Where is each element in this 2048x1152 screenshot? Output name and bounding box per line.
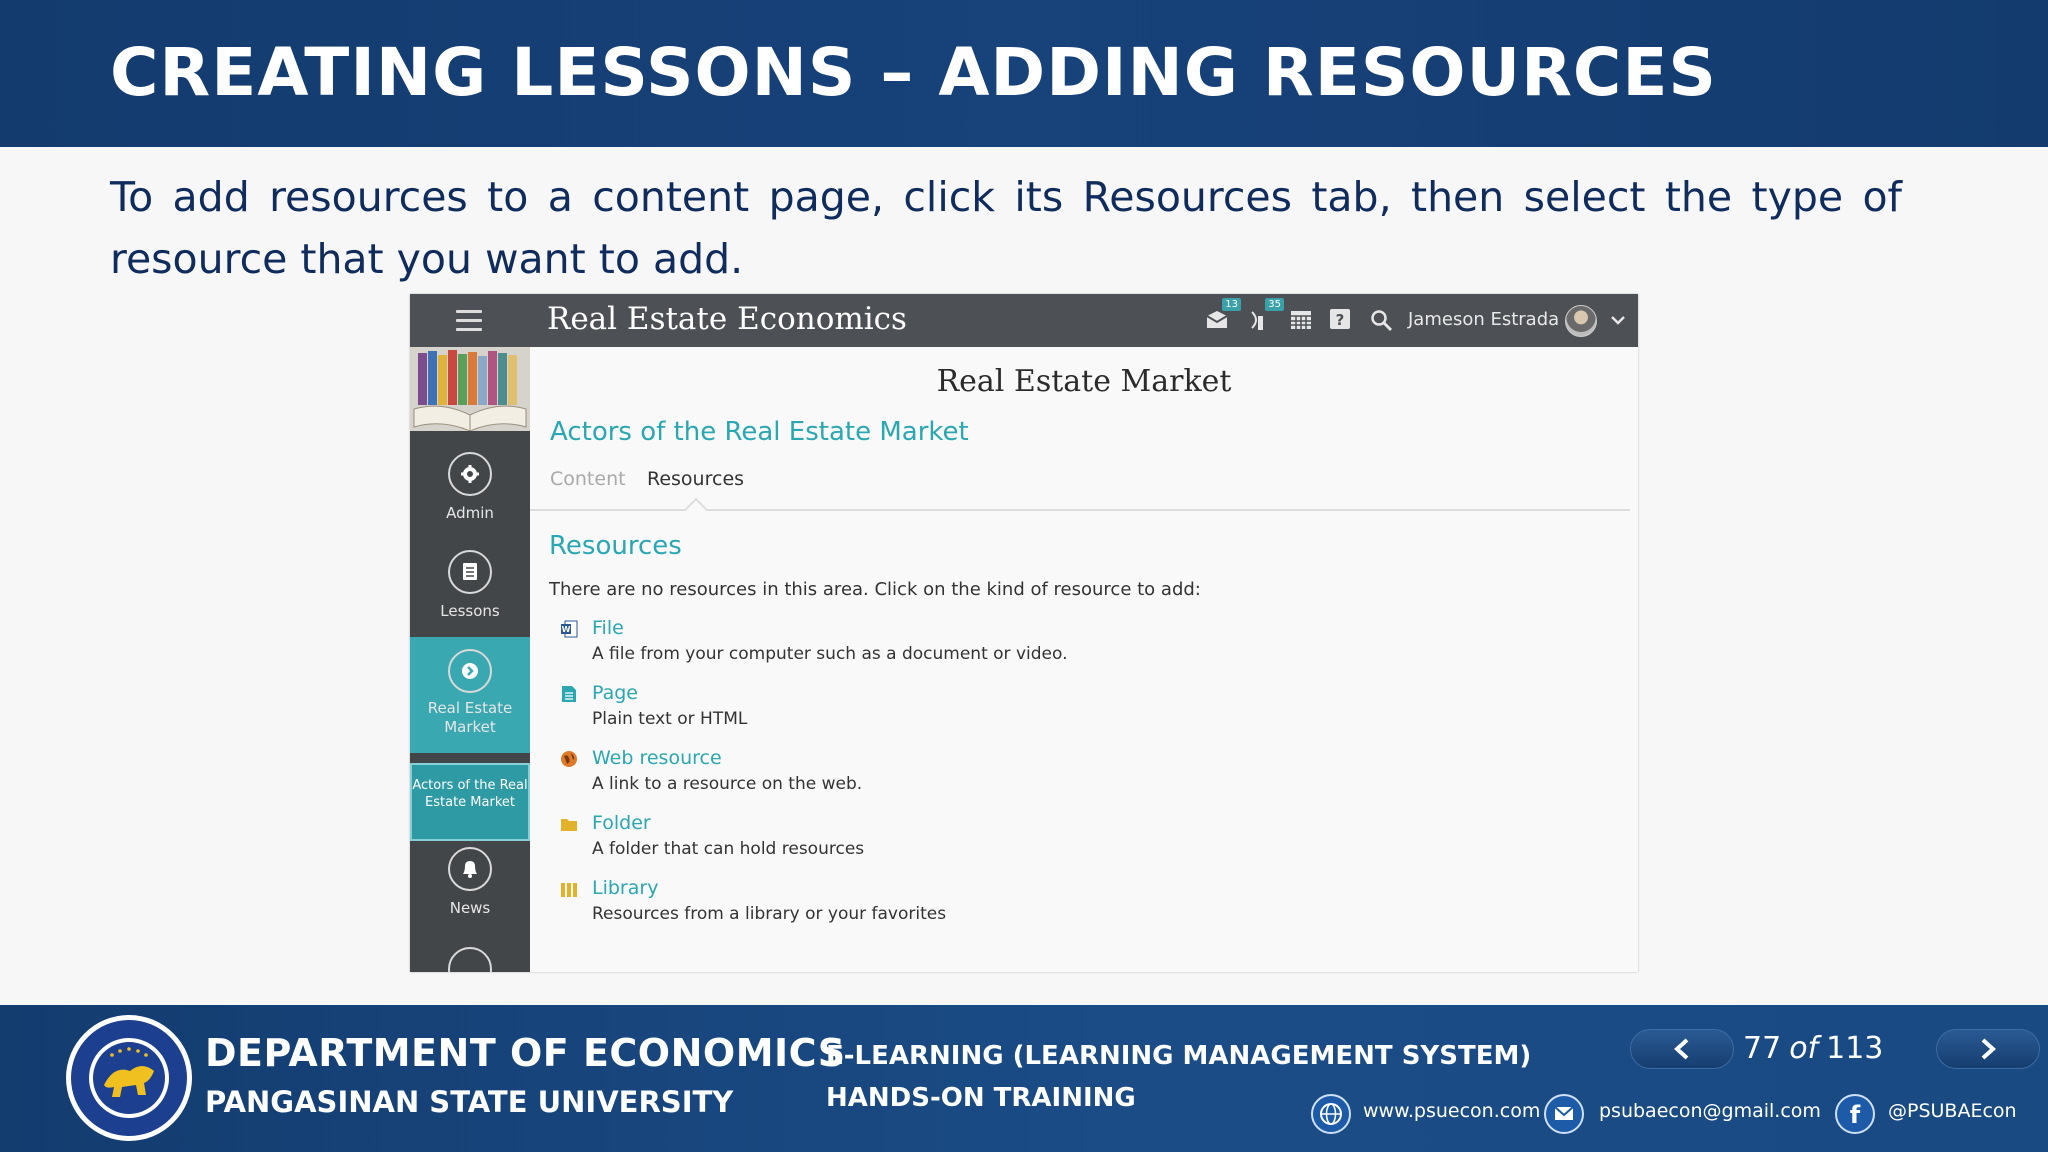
resource-page-link[interactable]: Page bbox=[592, 682, 638, 704]
title-bar: CREATING LESSONS – ADDING RESOURCES bbox=[0, 0, 2048, 147]
resource-web-link[interactable]: Web resource bbox=[592, 747, 722, 769]
resource-page-desc: Plain text or HTML bbox=[592, 709, 748, 729]
chevron-down-icon[interactable] bbox=[1608, 310, 1628, 330]
nav-real-estate-market[interactable]: Real Estate Market bbox=[410, 637, 530, 753]
menu-icon[interactable] bbox=[456, 310, 482, 332]
resource-library-desc: Resources from a library or your favorit… bbox=[592, 904, 947, 924]
resource-web-desc: A link to a resource on the web. bbox=[592, 774, 863, 794]
messages-icon[interactable]: 13 bbox=[1205, 298, 1241, 332]
active-tab-pointer bbox=[684, 497, 708, 521]
nav-lessons-label: Lessons bbox=[440, 602, 500, 620]
section-title: Actors of the Real Estate Market bbox=[550, 417, 969, 447]
training-title-line1: E-LEARNING (LEARNING MANAGEMENT SYSTEM) bbox=[826, 1041, 1532, 1071]
nav-admin-label: Admin bbox=[446, 504, 494, 522]
svg-text:W: W bbox=[562, 625, 571, 634]
nav-news-label: News bbox=[449, 899, 491, 917]
nav-admin[interactable]: Admin bbox=[410, 452, 530, 523]
page-of: of bbox=[1789, 1031, 1819, 1066]
resource-folder-desc: A folder that can hold resources bbox=[592, 839, 865, 859]
resource-folder-link[interactable]: Folder bbox=[592, 812, 651, 834]
calendar-icon[interactable] bbox=[1290, 308, 1314, 332]
library-icon bbox=[560, 880, 578, 898]
next-slide-button[interactable] bbox=[1936, 1029, 2040, 1069]
tab-content[interactable]: Content bbox=[550, 468, 626, 490]
page-indicator: 77 of 113 bbox=[1743, 1031, 1883, 1066]
book-icon bbox=[448, 550, 492, 594]
help-icon[interactable]: ? bbox=[1329, 308, 1353, 332]
page-total: 113 bbox=[1826, 1031, 1884, 1066]
website-link[interactable]: www.psuecon.com bbox=[1363, 1100, 1540, 1122]
lms-screenshot: Real Estate Economics 13 35 ? Jameson Es… bbox=[410, 294, 1638, 972]
facebook-link[interactable]: @PSUBAEcon bbox=[1888, 1100, 2017, 1122]
globe-icon bbox=[1311, 1094, 1351, 1134]
university-seal-logo bbox=[64, 1013, 194, 1143]
slide-title: CREATING LESSONS – ADDING RESOURCES bbox=[110, 34, 1717, 111]
university-name: PANGASINAN STATE UNIVERSITY bbox=[205, 1085, 734, 1119]
facebook-icon: f bbox=[1835, 1094, 1875, 1134]
footer: DEPARTMENT OF ECONOMICS PANGASINAN STATE… bbox=[0, 1005, 2048, 1152]
gear-icon bbox=[448, 452, 492, 496]
tab-resources[interactable]: Resources bbox=[647, 468, 744, 490]
course-title: Real Estate Economics bbox=[547, 301, 907, 337]
nav-news[interactable]: News bbox=[410, 847, 530, 918]
globe-icon bbox=[560, 750, 578, 768]
chevron-right-icon bbox=[448, 649, 492, 693]
page-heading: Real Estate Market bbox=[936, 364, 1232, 399]
user-name[interactable]: Jameson Estrada bbox=[1408, 309, 1559, 330]
messages-count-badge: 13 bbox=[1222, 298, 1241, 311]
alerts-icon[interactable]: 35 bbox=[1248, 298, 1284, 332]
page-current: 77 bbox=[1743, 1031, 1782, 1066]
training-title-line2: HANDS-ON TRAINING bbox=[826, 1083, 1136, 1113]
word-file-icon: W bbox=[560, 620, 578, 638]
nav-lessons[interactable]: Lessons bbox=[410, 550, 530, 621]
resource-file-desc: A file from your computer such as a docu… bbox=[592, 644, 1068, 664]
lms-top-bar: Real Estate Economics 13 35 ? Jameson Es… bbox=[410, 294, 1638, 347]
intro-text: To add resources to a content page, clic… bbox=[110, 173, 1902, 283]
gear-icon bbox=[448, 947, 492, 972]
email-icon bbox=[1544, 1094, 1584, 1134]
nav-actors-of-market[interactable]: Actors of the Real Estate Market bbox=[410, 763, 530, 841]
svg-text:?: ? bbox=[1336, 311, 1345, 329]
bell-icon bbox=[448, 847, 492, 891]
svg-text:f: f bbox=[1850, 1101, 1861, 1129]
nav-more[interactable] bbox=[410, 947, 530, 972]
search-icon[interactable] bbox=[1369, 308, 1393, 332]
resources-heading: Resources bbox=[549, 531, 682, 561]
chevron-right-icon bbox=[1981, 1038, 1996, 1060]
resource-file-link[interactable]: File bbox=[592, 617, 624, 639]
alerts-count-badge: 35 bbox=[1265, 298, 1284, 311]
folder-icon bbox=[560, 815, 578, 833]
page-icon bbox=[560, 685, 578, 703]
course-image bbox=[410, 347, 530, 431]
lms-sidebar: Admin Lessons Real Estate Market Actors … bbox=[410, 347, 530, 972]
avatar[interactable] bbox=[1565, 305, 1597, 337]
previous-slide-button[interactable] bbox=[1630, 1029, 1734, 1069]
email-link[interactable]: psubaecon@gmail.com bbox=[1599, 1100, 1821, 1122]
chevron-left-icon bbox=[1674, 1038, 1689, 1060]
resources-info: There are no resources in this area. Cli… bbox=[549, 579, 1201, 600]
resource-library-link[interactable]: Library bbox=[592, 877, 658, 899]
nav-real-estate-market-label: Real Estate Market bbox=[427, 699, 513, 736]
department-name: DEPARTMENT OF ECONOMICS bbox=[205, 1031, 846, 1075]
